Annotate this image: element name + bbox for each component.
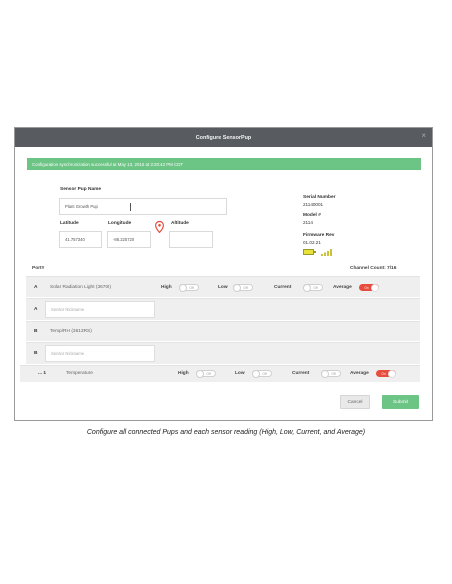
- low-toggle[interactable]: Off: [252, 369, 272, 378]
- toggle-state: Off: [243, 285, 248, 290]
- toggle-state: On: [364, 285, 369, 290]
- nickname-placeholder: Sensor Nickname: [51, 307, 85, 312]
- current-label: Current: [274, 285, 292, 290]
- sync-success-alert: Configuration synchronization successful…: [27, 158, 421, 170]
- dialog-titlebar: Configure SensorPup ×: [15, 128, 432, 147]
- altitude-input[interactable]: [169, 231, 213, 248]
- low-toggle[interactable]: Off: [233, 283, 253, 292]
- sensor-nickname-row: A Sensor Nickname: [26, 298, 420, 320]
- low-label: Low: [235, 371, 245, 376]
- high-label: High: [161, 285, 172, 290]
- dialog-title: Configure SensorPup: [195, 134, 252, 141]
- toggle-state: Off: [206, 371, 211, 376]
- port-id: B: [34, 329, 38, 334]
- average-toggle[interactable]: On: [359, 283, 379, 292]
- latitude-input[interactable]: 41.757340: [59, 231, 102, 248]
- toggle-state: Off: [331, 371, 336, 376]
- toggle-knob: [371, 283, 379, 292]
- port-id: A: [34, 307, 38, 312]
- low-label: Low: [218, 285, 228, 290]
- toggle-knob: [388, 369, 396, 378]
- toggle-knob: [233, 283, 241, 292]
- average-label: Average: [333, 285, 352, 290]
- current-label: Current: [292, 371, 310, 376]
- longitude-value: -88.225720: [113, 237, 135, 242]
- battery-icon: [303, 249, 316, 255]
- sensor-pup-name-value: Plant Growth Pup: [65, 204, 98, 209]
- toggle-state: Off: [313, 285, 318, 290]
- toggle-knob: [196, 369, 204, 378]
- high-label: High: [178, 371, 189, 376]
- sensor-name: Temperature: [66, 371, 93, 376]
- text-cursor: [130, 203, 131, 211]
- sensor-name: Temp/RH (3613RS): [50, 329, 92, 334]
- firmware-label: Firmware Rev: [303, 233, 335, 238]
- alert-text: Configuration synchronization successful…: [32, 161, 184, 167]
- longitude-label: Longitude: [108, 221, 132, 226]
- port-id: A: [34, 285, 38, 290]
- average-toggle[interactable]: On: [376, 369, 396, 378]
- toggle-knob: [321, 369, 329, 378]
- latitude-label: Latitude: [60, 221, 79, 226]
- sensor-nickname-input[interactable]: Sensor Nickname: [45, 301, 155, 318]
- port-id: B: [34, 351, 38, 356]
- high-toggle[interactable]: Off: [196, 369, 216, 378]
- sensor-nickname-row: B Sensor Nickname: [26, 342, 420, 364]
- sensor-nickname-input[interactable]: Sensor Nickname: [45, 345, 155, 362]
- toggle-state: Off: [189, 285, 194, 290]
- sensor-row: ... 1 Temperature High Off Low Off Curre…: [20, 365, 420, 382]
- altitude-label: Altitude: [171, 221, 189, 226]
- current-toggle[interactable]: Off: [303, 283, 323, 292]
- sensor-name: Solar Radiation Light (3670I): [50, 285, 112, 290]
- serial-number-label: Serial Number: [303, 195, 336, 200]
- sensor-row: A Solar Radiation Light (3670I) High Off…: [26, 276, 420, 297]
- model-value: 2114: [303, 220, 313, 225]
- sensor-pup-name-input[interactable]: Plant Growth Pup: [59, 198, 227, 215]
- submit-button[interactable]: Submit: [382, 395, 419, 409]
- map-pin-icon[interactable]: [155, 221, 164, 233]
- figure-caption: Configure all connected Pups and each se…: [86, 429, 366, 436]
- channel-count: Channel Count: 7/16: [350, 266, 397, 271]
- current-toggle[interactable]: Off: [321, 369, 341, 378]
- latitude-value: 41.757340: [65, 237, 85, 242]
- serial-number-value: 21140001: [303, 202, 324, 207]
- sensor-row: B Temp/RH (3613RS): [26, 321, 420, 341]
- close-icon[interactable]: ×: [421, 131, 426, 140]
- toggle-knob: [303, 283, 311, 292]
- signal-icon: [321, 249, 332, 256]
- toggle-state: Off: [262, 371, 267, 376]
- high-toggle[interactable]: Off: [179, 283, 199, 292]
- sensor-pup-name-label: Sensor Pup Name: [60, 187, 102, 192]
- nickname-placeholder: Sensor Nickname: [51, 351, 85, 356]
- port-header: Port#: [32, 266, 45, 271]
- firmware-value: 01.02.21: [303, 240, 321, 245]
- cancel-button[interactable]: Cancel: [340, 395, 370, 409]
- longitude-input[interactable]: -88.225720: [107, 231, 151, 248]
- port-id: ... 1: [38, 371, 46, 376]
- average-label: Average: [350, 371, 369, 376]
- toggle-knob: [252, 369, 260, 378]
- model-label: Model #: [303, 213, 321, 218]
- toggle-knob: [179, 283, 187, 292]
- toggle-state: On: [381, 371, 386, 376]
